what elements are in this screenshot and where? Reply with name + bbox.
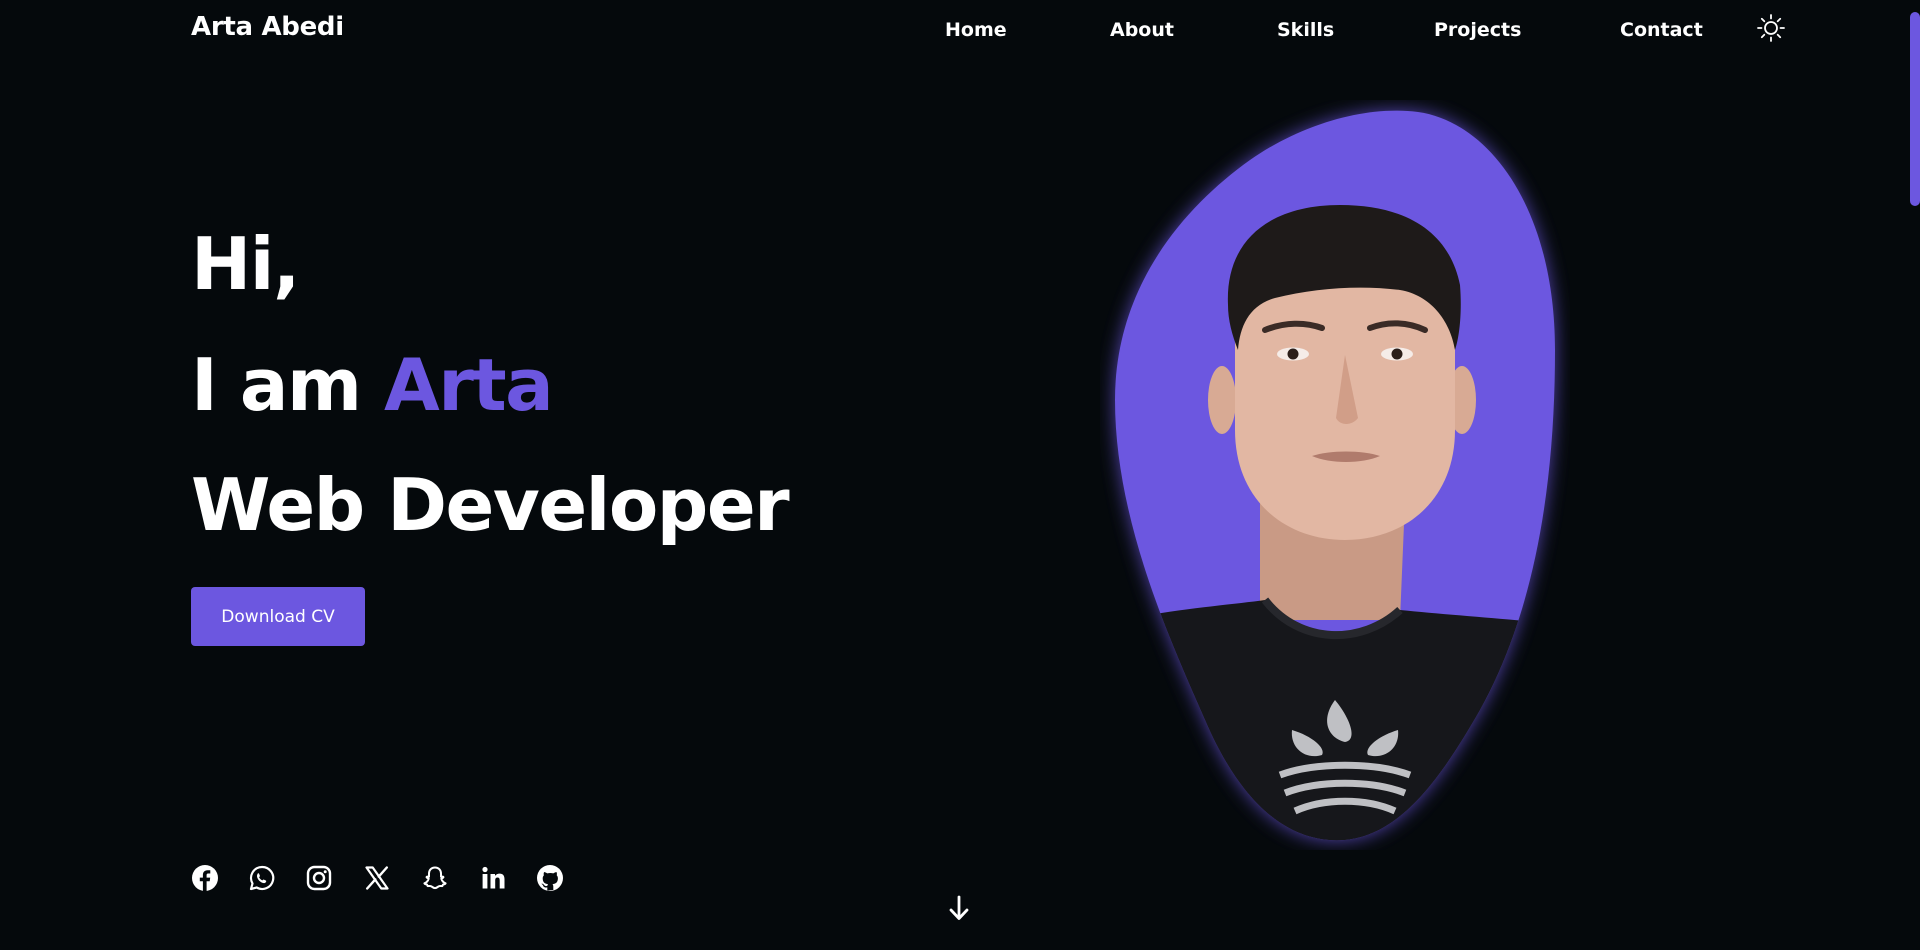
hero-role: Web Developer	[191, 463, 790, 547]
x-twitter-icon	[365, 866, 389, 890]
site-logo[interactable]: Arta Abedi	[191, 12, 344, 42]
linkedin-icon	[482, 866, 505, 889]
sun-icon	[1757, 14, 1785, 42]
profile-photo	[1115, 110, 1555, 841]
arrow-down-icon	[949, 895, 969, 920]
snapchat-icon	[423, 866, 447, 890]
nav-home[interactable]: Home	[945, 19, 1007, 41]
whatsapp-icon	[249, 865, 275, 891]
hero-intro-prefix: I am	[191, 343, 385, 427]
page: Arta Abedi Home About Skills Projects Co…	[0, 0, 1920, 950]
hero-name: Arta	[384, 343, 554, 427]
linkedin-link[interactable]	[479, 864, 507, 892]
nav-about[interactable]: About	[1110, 19, 1174, 41]
instagram-icon	[306, 865, 332, 891]
snapchat-link[interactable]	[421, 864, 449, 892]
scrollbar-thumb[interactable]	[1910, 12, 1920, 206]
theme-toggle-button[interactable]	[1756, 13, 1786, 43]
x-twitter-link[interactable]	[363, 864, 391, 892]
hero-intro: I am Arta	[191, 349, 554, 421]
scroll-down-button[interactable]	[946, 893, 972, 923]
github-icon	[537, 865, 563, 891]
profile-portrait	[1100, 100, 1570, 850]
facebook-link[interactable]	[191, 864, 219, 892]
instagram-link[interactable]	[305, 864, 333, 892]
header: Arta Abedi Home About Skills Projects Co…	[0, 0, 1920, 62]
github-link[interactable]	[536, 864, 564, 892]
page-scrollbar[interactable]	[1910, 0, 1920, 950]
whatsapp-link[interactable]	[248, 864, 276, 892]
hero-greeting: Hi,	[191, 222, 300, 306]
nav-projects[interactable]: Projects	[1434, 19, 1521, 41]
nav-contact[interactable]: Contact	[1620, 19, 1703, 41]
facebook-icon	[192, 865, 218, 891]
nav-skills[interactable]: Skills	[1277, 19, 1334, 41]
download-cv-button[interactable]: Download CV	[191, 587, 365, 646]
